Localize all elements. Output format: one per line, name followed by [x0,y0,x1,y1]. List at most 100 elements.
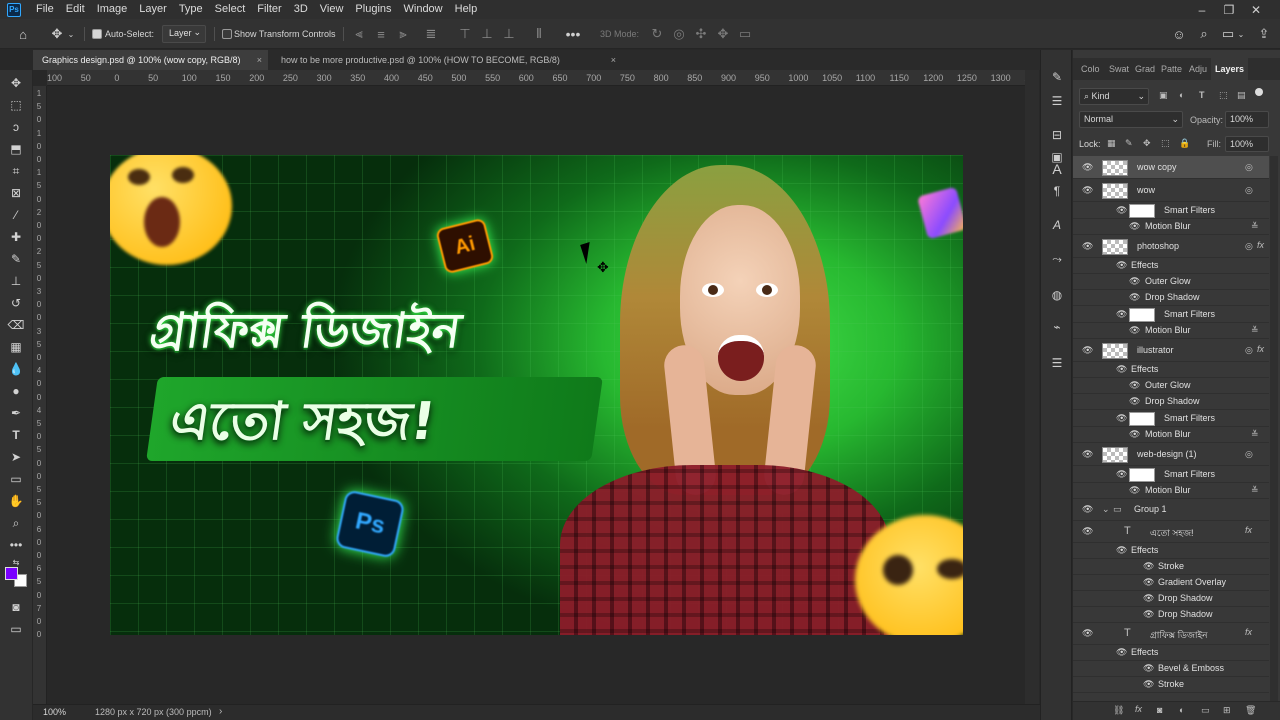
opacity-input[interactable]: 100% [1225,111,1269,128]
brush-settings-icon[interactable]: ✎ [1048,68,1066,86]
panel-tab-layers[interactable]: Layers [1211,58,1249,80]
filter-options-icon[interactable]: ≚ [1251,221,1259,232]
lasso-tool-icon[interactable]: ↄ [6,118,26,136]
visibility-eye-icon[interactable]: 👁 [1082,185,1093,196]
layer-effect-row[interactable]: 👁 Outer Glow [1073,274,1269,290]
blur-tool-icon[interactable]: 💧 [6,360,26,378]
layer-effect-row[interactable]: 👁 Effects [1073,362,1269,378]
layer-effect-row[interactable]: 👁 Stroke [1073,677,1269,693]
brush-tool-icon[interactable]: ✎ [6,250,26,268]
menu-edit[interactable]: Edit [60,0,91,19]
move-tool-icon[interactable]: ✥ [6,74,26,92]
visibility-eye-icon[interactable]: 👁 [1116,260,1127,271]
close-tab-icon[interactable]: × [611,50,616,70]
visibility-eye-icon[interactable]: 👁 [1129,276,1140,287]
zoom-level[interactable]: 100% [43,707,66,717]
channels-icon[interactable]: ◍ [1048,286,1066,304]
visibility-eye-icon[interactable]: 👁 [1129,429,1140,440]
layer-effect-row[interactable]: 👁 Effects [1073,543,1269,559]
visibility-eye-icon[interactable]: 👁 [1116,205,1127,216]
visibility-eye-icon[interactable]: 👁 [1082,526,1093,537]
menu-select[interactable]: Select [209,0,252,19]
more-tools-icon[interactable]: ••• [6,536,26,554]
layer-effect-row[interactable]: 👁 ≚ Motion Blur [1073,323,1269,339]
visibility-eye-icon[interactable]: 👁 [1143,663,1154,674]
align-center-icon[interactable]: ≡ [372,25,390,43]
layer-effect-row[interactable]: 👁 Drop Shadow [1073,607,1269,623]
auto-select-checkbox[interactable] [92,29,102,39]
menu-help[interactable]: Help [449,0,484,19]
visibility-eye-icon[interactable]: 👁 [1082,628,1093,639]
layer-effect-row[interactable]: 👁 ≚ Motion Blur [1073,219,1269,235]
menu-layer[interactable]: Layer [133,0,173,19]
layer-effect-row[interactable]: 👁 Effects [1073,645,1269,661]
menu-filter[interactable]: Filter [251,0,287,19]
photoshop-logo-icon[interactable]: Ps [7,2,21,17]
lock-transparent-icon[interactable]: ▦ [1107,138,1116,149]
layer-row[interactable]: 👁 ⌄ ▭ Group 1 [1073,499,1269,521]
share-icon[interactable]: ☺ [1170,25,1188,43]
zoom-tool-icon[interactable]: ⌕ [6,514,26,532]
paths-icon[interactable]: ⤳ [1048,250,1066,268]
eyedropper-tool-icon[interactable]: ⁄ [6,206,26,224]
menu-plugins[interactable]: Plugins [349,0,397,19]
expand-chevron-icon[interactable]: ⌄ [1102,504,1110,515]
align-bottom-icon[interactable]: ⊥ [478,25,496,43]
smart-filter-mask-thumbnail[interactable] [1129,308,1155,322]
visibility-eye-icon[interactable]: 👁 [1129,292,1140,303]
layer-row[interactable]: 👁 Tfx গ্রাফিক্স ডিজাইন [1073,623,1269,645]
marquee-tool-icon[interactable]: ⬚ [6,96,26,114]
visibility-eye-icon[interactable]: 👁 [1143,679,1154,690]
visibility-eye-icon[interactable]: 👁 [1143,609,1154,620]
effects-fx-icon[interactable]: fx [1257,344,1264,354]
align-middle-icon[interactable]: ⊤ [456,25,474,43]
visibility-eye-icon[interactable]: 👁 [1082,449,1093,460]
menu-window[interactable]: Window [398,0,449,19]
more-options-icon[interactable]: ••• [564,25,582,43]
character-icon[interactable]: A [1048,160,1066,178]
layer-select-dropdown[interactable]: Layer ⌄ [162,25,206,43]
blend-mode-dropdown[interactable]: Normal ⌄ [1079,111,1183,128]
new-adjustment-icon[interactable]: ◐ [1179,705,1184,715]
chevron-down-icon[interactable]: ⌄ [1236,25,1246,43]
transform-controls-checkbox[interactable] [222,29,232,39]
share-export-icon[interactable]: ⇪ [1255,25,1273,43]
screen-mode-icon[interactable]: ▭ [6,620,26,638]
close-tab-icon[interactable]: × [257,50,262,70]
visibility-eye-icon[interactable]: 👁 [1116,364,1127,375]
visibility-eye-icon[interactable]: 👁 [1082,345,1093,356]
layer-effect-row[interactable]: 👁 Bevel & Emboss [1073,661,1269,677]
add-mask-icon[interactable]: ◙ [1157,705,1162,715]
align-top-icon[interactable]: ≣ [422,25,440,43]
lock-image-icon[interactable]: ✎ [1125,138,1133,149]
hand-tool-icon[interactable]: ✋ [6,492,26,510]
layer-thumbnail[interactable] [1102,160,1128,176]
maximize-icon[interactable]: ❐ [1214,0,1244,19]
tab-productive[interactable]: how to be more productive.psd @ 100% (HO… [272,50,622,70]
visibility-eye-icon[interactable]: 👁 [1116,413,1127,424]
layer-effect-row[interactable]: 👁 ≚ Motion Blur [1073,427,1269,443]
link-layers-icon[interactable]: ⛓ [1113,705,1124,716]
lock-position-icon[interactable]: ✥ [1143,138,1151,149]
layer-row[interactable]: 👁 ◎ fx photoshop [1073,235,1269,258]
move-tool-icon[interactable]: ✥ [48,25,66,43]
panel-tab-grad[interactable]: Grad [1131,58,1159,80]
crop-tool-icon[interactable]: ⌗ [6,162,26,180]
healing-brush-icon[interactable]: ✚ [6,228,26,246]
visibility-eye-icon[interactable]: 👁 [1116,469,1127,480]
layer-effect-row[interactable]: 👁 Smart Filters [1073,306,1269,323]
layer-effect-row[interactable]: 👁 ≚ Motion Blur [1073,483,1269,499]
layer-row[interactable]: 👁 ◎ fx illustrator [1073,339,1269,362]
filter-type-icon[interactable]: T [1199,90,1205,100]
layer-thumbnail[interactable] [1102,239,1128,255]
visibility-eye-icon[interactable]: 👁 [1143,561,1154,572]
panel-tab-patte[interactable]: Patte [1157,58,1186,80]
3d-scale-icon[interactable]: ▭ [736,25,754,43]
layer-effect-row[interactable]: 👁 Drop Shadow [1073,591,1269,607]
filter-adjustment-icon[interactable]: ◐ [1179,90,1184,100]
delete-layer-icon[interactable]: 🗑 [1245,705,1256,716]
layer-effect-row[interactable]: 👁 Stroke [1073,559,1269,575]
type-tool-icon[interactable]: T [6,426,26,444]
visibility-eye-icon[interactable]: 👁 [1129,380,1140,391]
layer-effect-row[interactable]: 👁 Smart Filters [1073,202,1269,219]
